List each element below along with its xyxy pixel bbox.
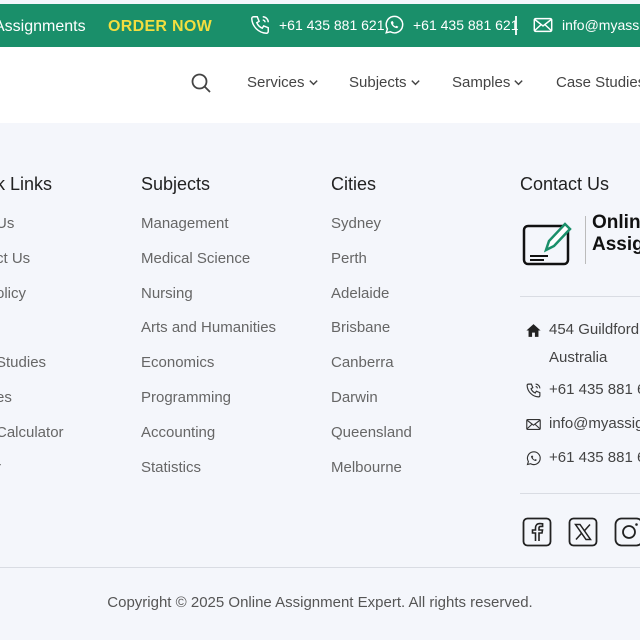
- logo-text-line: Assig: [592, 234, 640, 255]
- subject-link[interactable]: Management: [141, 215, 276, 250]
- nav-services-label: Services: [247, 74, 305, 91]
- quick-link-item[interactable]: olicy: [0, 285, 64, 320]
- top-phone-text: +61 435 881 621: [279, 17, 385, 33]
- city-link[interactable]: Brisbane: [331, 319, 412, 354]
- search-icon[interactable]: [189, 71, 213, 95]
- subject-link[interactable]: Programming: [141, 389, 276, 424]
- city-link[interactable]: Adelaide: [331, 285, 412, 320]
- top-email-link[interactable]: info@myassi: [532, 14, 640, 36]
- nav-subjects[interactable]: Subjects: [349, 74, 421, 91]
- contact-email-text: info@myassig: [549, 415, 640, 432]
- cities-heading: Cities: [331, 174, 377, 194]
- copyright-text: Copyright © 2025 Online Assignment Exper…: [107, 594, 533, 611]
- logo-text: Onlin Assig: [592, 212, 640, 256]
- facebook-icon[interactable]: [522, 517, 552, 547]
- main-nav: Services Subjects Samples Case Studies: [0, 47, 640, 123]
- quick-link-item[interactable]: Studies: [0, 354, 64, 389]
- chevron-down-icon: [308, 80, 318, 86]
- city-link[interactable]: Perth: [331, 250, 412, 285]
- city-link[interactable]: Sydney: [331, 215, 412, 250]
- quick-links-list: Us ct Us olicy Studies es Calculator r: [0, 215, 64, 493]
- company-logo[interactable]: Onlin Assig: [522, 208, 640, 272]
- quick-link-item[interactable]: es: [0, 389, 64, 424]
- quick-link-item[interactable]: ct Us: [0, 250, 64, 285]
- footer: k Links Us ct Us olicy Studies es Calcul…: [0, 123, 640, 640]
- city-link[interactable]: Melbourne: [331, 459, 412, 494]
- top-phone-link[interactable]: +61 435 881 621: [249, 14, 385, 36]
- quick-links-heading: k Links: [0, 174, 53, 194]
- subject-link[interactable]: Economics: [141, 354, 276, 389]
- logo-divider: [585, 216, 586, 264]
- subjects-heading: Subjects: [141, 174, 211, 194]
- mail-icon: [526, 418, 541, 431]
- phone-icon: [251, 16, 269, 34]
- logo-text-line: Onlin: [592, 212, 640, 233]
- subject-link[interactable]: Arts and Humanities: [141, 319, 276, 354]
- nav-samples-label: Samples: [452, 74, 511, 91]
- notebook-pen-icon: [522, 222, 572, 266]
- nav-case-studies-label: Case Studies: [556, 74, 640, 91]
- subject-link[interactable]: Medical Science: [141, 250, 276, 285]
- nav-case-studies[interactable]: Case Studies: [556, 74, 640, 91]
- quick-link-item[interactable]: Calculator: [0, 424, 64, 459]
- top-whatsapp-text: +61 435 881 621: [413, 17, 519, 33]
- nav-services[interactable]: Services: [247, 74, 319, 91]
- top-whatsapp-link[interactable]: +61 435 881 621: [383, 14, 519, 36]
- phone-icon: [526, 383, 541, 398]
- contact-heading: Contact Us: [520, 174, 610, 194]
- contact-divider: [520, 296, 640, 297]
- footer-bottom-divider: [0, 567, 640, 568]
- top-email-text: info@myassi: [562, 17, 640, 33]
- brand-name[interactable]: Assignments: [0, 18, 86, 36]
- city-link[interactable]: Canberra: [331, 354, 412, 389]
- quick-link-item[interactable]: r: [0, 459, 64, 494]
- chevron-down-icon: [410, 80, 420, 86]
- chevron-down-icon: [514, 80, 524, 86]
- topbar-separator: [515, 16, 517, 35]
- quick-link-item[interactable]: Us: [0, 215, 64, 250]
- address-line: Australia: [549, 349, 608, 366]
- subject-link[interactable]: Statistics: [141, 459, 276, 494]
- address-line: 454 Guildford: [549, 321, 640, 338]
- city-link[interactable]: Darwin: [331, 389, 412, 424]
- top-bar: Assignments ORDER NOW +61 435 881 621 +6…: [0, 4, 640, 47]
- quick-link-item[interactable]: [0, 319, 64, 354]
- contact-whatsapp[interactable]: +61 435 881 6: [525, 449, 640, 467]
- cities-list: Sydney Perth Adelaide Brisbane Canberra …: [331, 215, 412, 493]
- contact-divider: [520, 493, 640, 494]
- nav-samples[interactable]: Samples: [452, 74, 524, 91]
- nav-subjects-label: Subjects: [349, 74, 407, 91]
- whatsapp-icon: [385, 15, 404, 34]
- mail-icon: [533, 17, 553, 33]
- city-link[interactable]: Queensland: [331, 424, 412, 459]
- order-now-button[interactable]: ORDER NOW: [108, 18, 212, 36]
- subjects-list: Management Medical Science Nursing Arts …: [141, 215, 276, 493]
- instagram-icon[interactable]: [614, 517, 640, 547]
- whatsapp-icon: [526, 451, 541, 466]
- home-icon: [526, 324, 541, 337]
- contact-address: 454 Guildford Australia: [525, 321, 639, 372]
- contact-email[interactable]: info@myassig: [525, 415, 640, 433]
- contact-phone[interactable]: +61 435 881 6: [525, 381, 640, 399]
- contact-whatsapp-text: +61 435 881 6: [549, 449, 640, 466]
- subject-link[interactable]: Accounting: [141, 424, 276, 459]
- subject-link[interactable]: Nursing: [141, 285, 276, 320]
- contact-phone-text: +61 435 881 6: [549, 381, 640, 398]
- x-twitter-icon[interactable]: [568, 517, 598, 547]
